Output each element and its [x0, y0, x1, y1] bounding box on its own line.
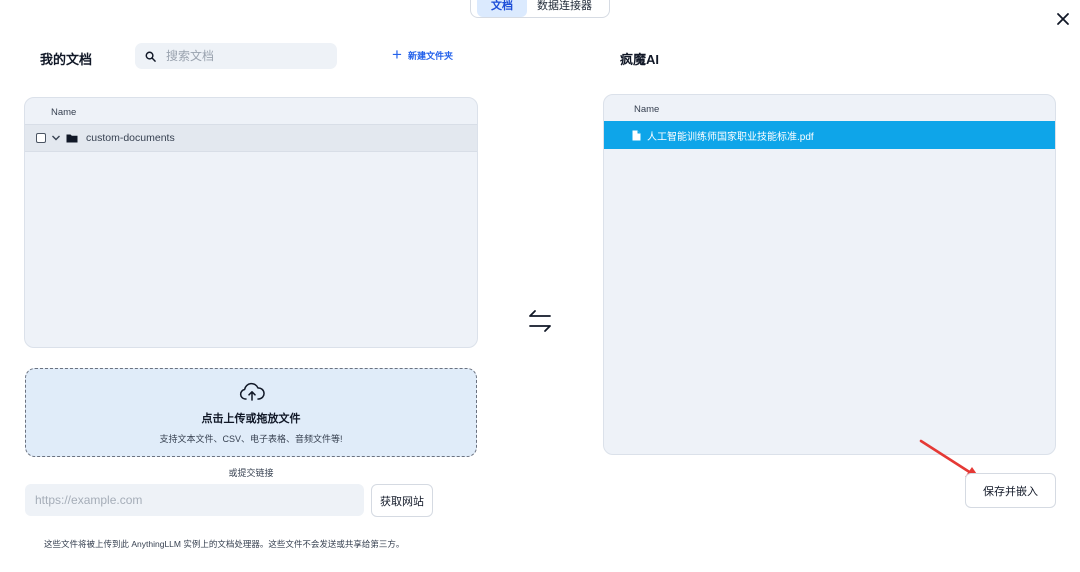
upload-title: 点击上传或拖放文件: [201, 413, 301, 425]
new-folder-button[interactable]: + 新建文件夹: [392, 45, 453, 64]
search-icon: [145, 51, 156, 62]
folder-row[interactable]: custom-documents: [25, 124, 477, 152]
folder-icon: [66, 134, 78, 143]
folder-checkbox[interactable]: [36, 133, 46, 143]
search-input[interactable]: [164, 48, 318, 64]
name-column-header: Name: [634, 104, 660, 115]
plus-icon: +: [392, 45, 402, 64]
tab-data-connectors[interactable]: 数据连接器: [527, 0, 602, 17]
document-row[interactable]: 人工智能训练师国家职业技能标准.pdf: [604, 121, 1055, 149]
search-box[interactable]: [135, 43, 337, 69]
document-name: 人工智能训练师国家职业技能标准.pdf: [647, 131, 814, 143]
upload-subtitle: 支持文本文件、CSV、电子表格、音频文件等!: [159, 434, 343, 444]
cloud-upload-icon: [239, 382, 265, 401]
url-input[interactable]: [33, 492, 357, 508]
name-column-header: Name: [51, 107, 77, 118]
url-box[interactable]: [25, 484, 364, 516]
my-documents-title: 我的文档: [40, 52, 93, 67]
new-folder-label: 新建文件夹: [407, 50, 453, 61]
footer-note: 这些文件将被上传到此 AnythingLLM 实例上的文档处理器。这些文件不会发…: [44, 539, 405, 549]
swap-arrows-icon: [529, 310, 551, 332]
tab-switcher: 文档 数据连接器: [470, 0, 610, 18]
workspace-documents-panel: Name 人工智能训练师国家职业技能标准.pdf: [603, 94, 1056, 455]
folder-name: custom-documents: [86, 132, 175, 144]
workspace-title: 疯魔AI: [620, 52, 660, 67]
upload-dropzone[interactable]: 点击上传或拖放文件 支持文本文件、CSV、电子表格、音频文件等!: [25, 368, 477, 457]
my-documents-panel: Name custom-documents: [24, 97, 478, 348]
close-icon[interactable]: [1054, 10, 1072, 28]
tab-documents[interactable]: 文档: [477, 0, 527, 17]
chevron-down-icon[interactable]: [51, 134, 61, 142]
fetch-website-button[interactable]: 获取网站: [371, 484, 433, 517]
or-submit-link-label: 或提交链接: [228, 468, 274, 478]
save-and-embed-button[interactable]: 保存并嵌入: [965, 473, 1056, 508]
file-icon: [632, 130, 641, 140]
